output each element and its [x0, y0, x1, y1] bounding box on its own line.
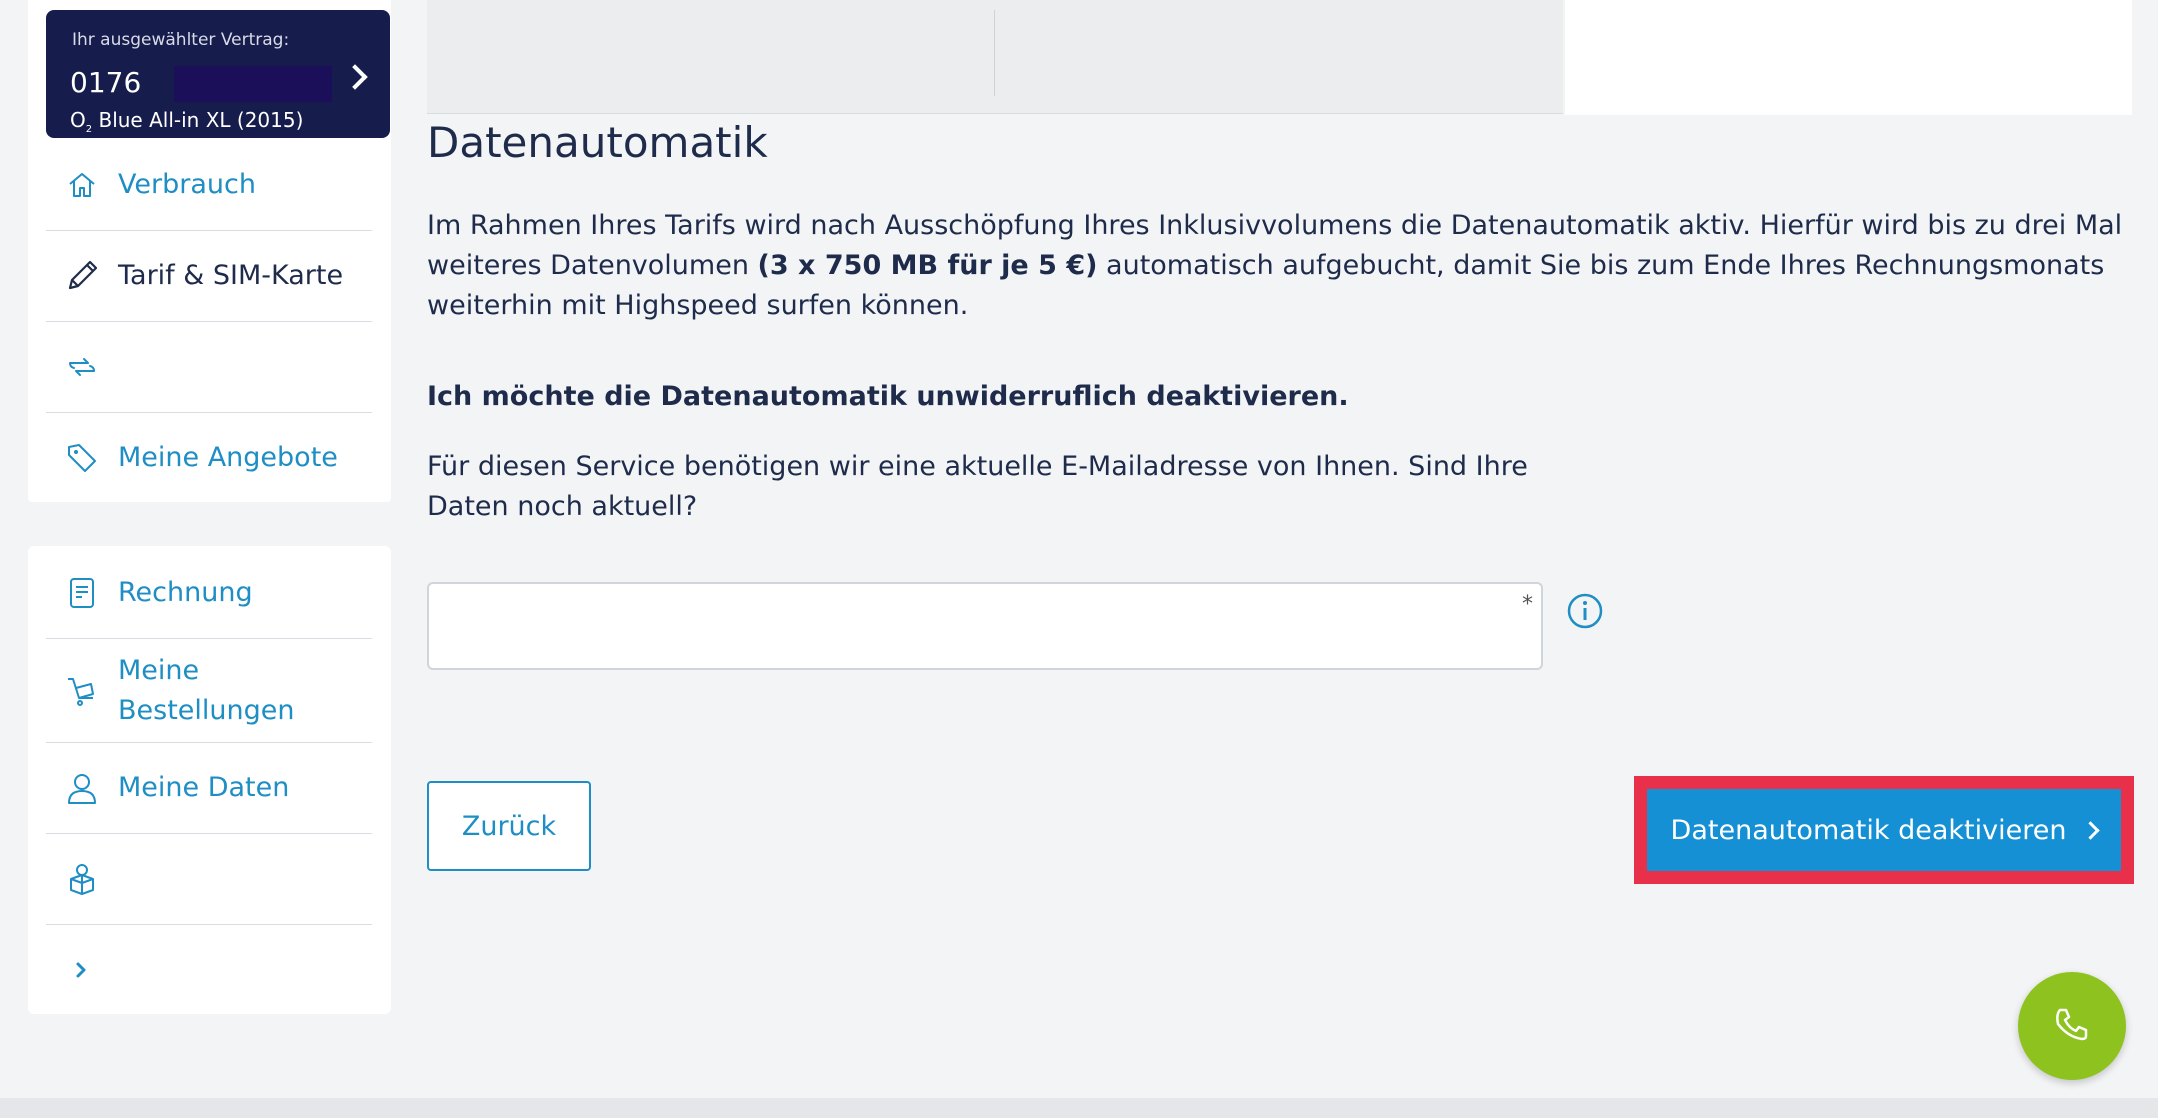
email-field[interactable] [427, 582, 1543, 670]
cart-icon [62, 671, 102, 711]
sidebar-item-label: Verbrauch [118, 169, 256, 200]
back-button[interactable]: Zurück [427, 781, 591, 871]
sidebar-item-rechnung[interactable]: Rechnung [46, 548, 372, 639]
sidebar-item-label: Meine Bestellungen [118, 654, 295, 726]
contract-selector[interactable]: Ihr ausgewählter Vertrag: 0176 O2 Blue A… [46, 10, 390, 138]
sidebar-item-tarif[interactable]: Tarif & SIM-Karte [46, 231, 372, 322]
sidebar-item-bestellungen[interactable]: Meine Bestellungen [46, 639, 372, 743]
contract-plan: O2 Blue All-in XL (2015) [70, 108, 304, 135]
sidebar-item-gift[interactable] [46, 834, 372, 925]
pencil-icon [62, 256, 102, 296]
phone-icon [2050, 1002, 2094, 1050]
sidebar-item-meine-daten[interactable]: Meine Daten [46, 743, 372, 834]
invoice-icon [62, 573, 102, 613]
contract-label: Ihr ausgewählter Vertrag: [72, 30, 290, 50]
top-panel-right [1565, 0, 2132, 115]
gift-icon [62, 859, 102, 899]
deactivate-button[interactable]: Datenautomatik deaktivieren [1647, 789, 2121, 871]
page-title: Datenautomatik [427, 118, 768, 167]
footer-bar [0, 1098, 2158, 1118]
tag-icon [62, 438, 102, 478]
sidebar-item-label: Meine Angebote [118, 442, 338, 473]
sidebar-item-verbrauch[interactable]: Verbrauch [46, 140, 372, 231]
sidebar-item-label: Rechnung [118, 577, 253, 608]
service-text: Für diesen Service benötigen wir eine ak… [427, 451, 1528, 522]
sidebar-item-label: Tarif & SIM-Karte [118, 260, 344, 291]
user-icon [62, 768, 102, 808]
sidebar-expand[interactable] [46, 925, 372, 1015]
chevron-right-icon [62, 950, 102, 990]
deactivate-heading: Ich möchte die Datenautomatik unwiderruf… [427, 381, 1349, 412]
sidebar-item-angebote[interactable]: Meine Angebote [46, 413, 372, 503]
call-fab-button[interactable] [2018, 972, 2126, 1080]
info-icon[interactable] [1567, 593, 1603, 629]
panel-divider [994, 10, 995, 96]
required-marker: * [1522, 592, 1533, 617]
sidebar-item-label: Meine Daten [118, 772, 290, 803]
description-paragraph: Im Rahmen Ihres Tarifs wird nach Ausschö… [427, 210, 2123, 321]
redacted-number-mask [174, 66, 332, 102]
sidebar-item-swap[interactable] [46, 322, 372, 413]
chevron-right-icon [2081, 820, 2101, 840]
chevron-right-icon [342, 64, 368, 90]
volume-highlight: (3 x 750 MB für je 5 €) [757, 250, 1098, 281]
swap-arrows-icon [62, 347, 102, 387]
top-panel [427, 0, 1563, 114]
deactivate-button-label: Datenautomatik deaktivieren [1670, 814, 2067, 846]
contract-number: 0176 [70, 66, 142, 99]
home-icon [62, 165, 102, 205]
